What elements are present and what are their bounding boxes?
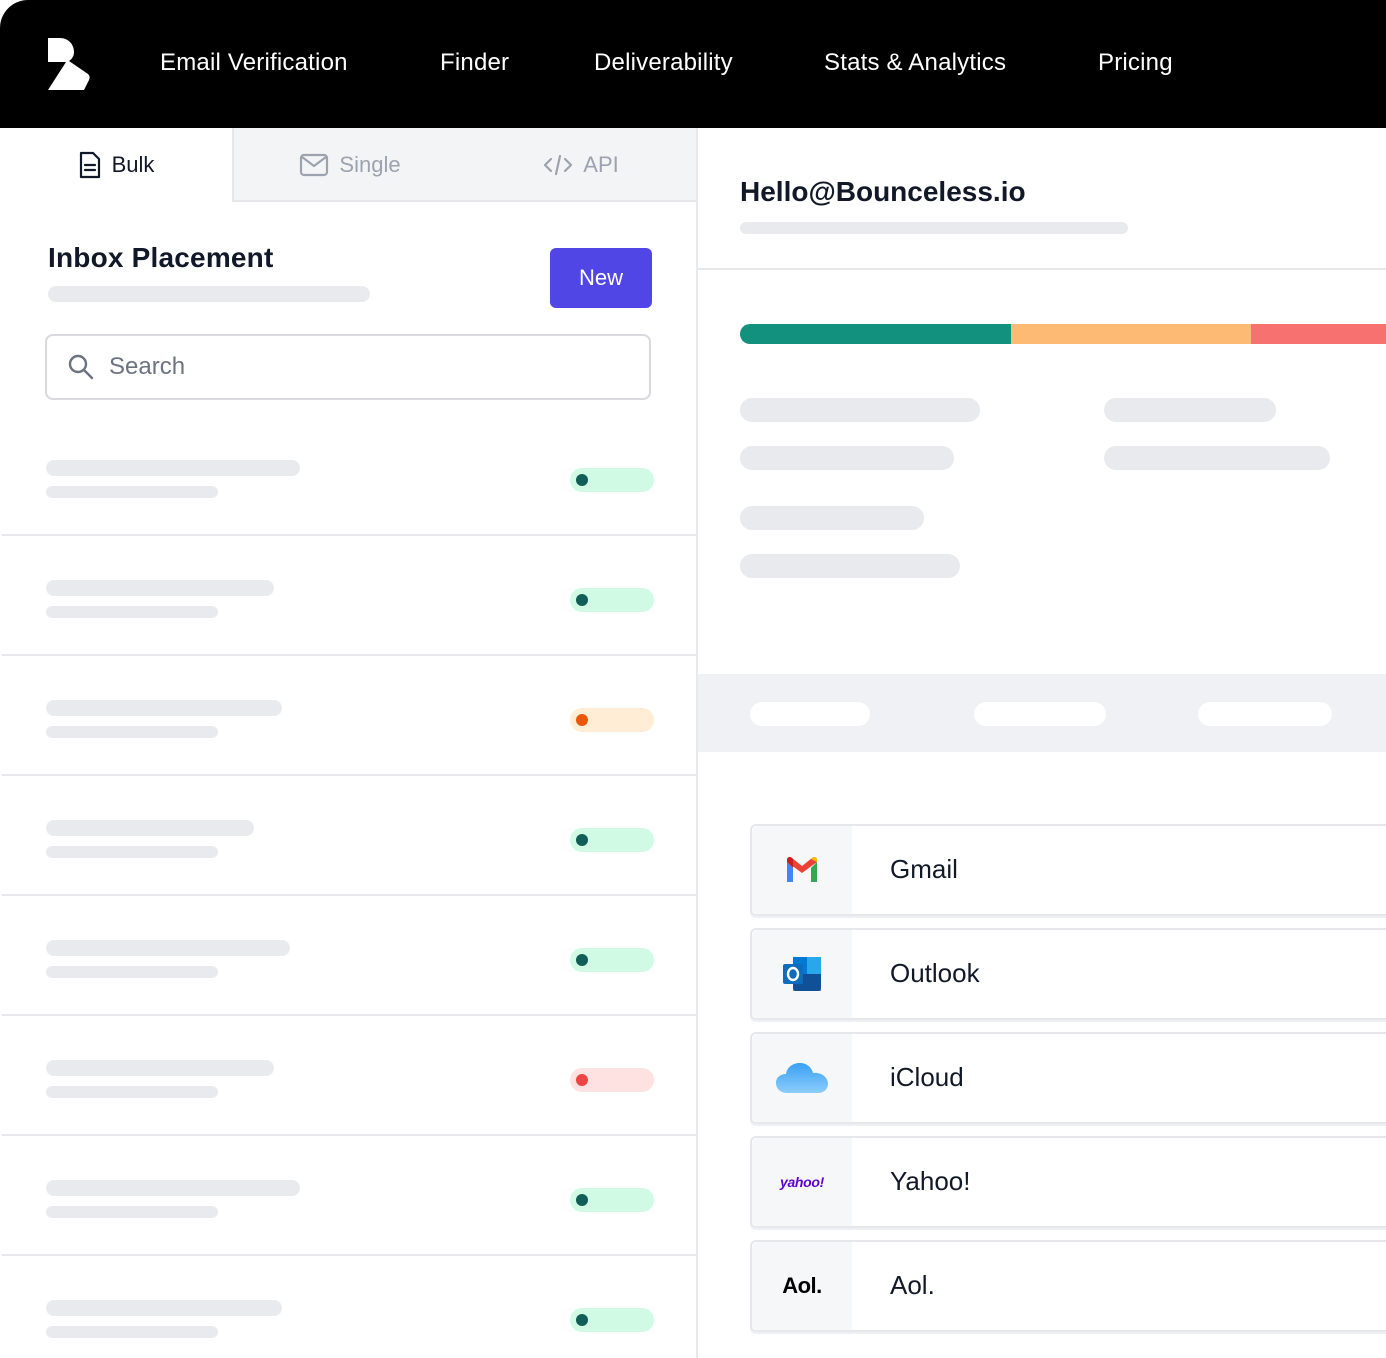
provider-name: Aol. (890, 1270, 935, 1300)
provider-row-yahoo[interactable]: yahoo! Yahoo! (750, 1136, 1386, 1228)
email-subtitle-placeholder (740, 222, 1128, 234)
provider-icon-cell: yahoo! (752, 1138, 852, 1226)
tab-single-label: Single (339, 152, 401, 177)
subtitle-placeholder (48, 286, 370, 302)
provider-icon-cell: Aol. (752, 1242, 852, 1330)
list-item[interactable] (2, 896, 696, 1016)
list-item-subtitle-placeholder (46, 486, 218, 498)
nav-pricing[interactable]: Pricing (1098, 48, 1173, 78)
status-badge (570, 828, 654, 852)
list-item-subtitle-placeholder (46, 606, 218, 618)
mode-tabs: Bulk Single API (0, 128, 696, 202)
status-badge (570, 708, 654, 732)
list-item-title-placeholder (46, 460, 300, 476)
stat-placeholder (740, 554, 960, 578)
status-badge (570, 1068, 654, 1092)
document-icon (79, 151, 100, 179)
list-item-subtitle-placeholder (46, 1086, 218, 1098)
divider (698, 268, 1386, 270)
list-item-title-placeholder (46, 700, 282, 716)
bounceless-logo-icon[interactable] (46, 36, 90, 92)
stat-placeholder (740, 446, 954, 470)
nav-deliverability[interactable]: Deliverability (594, 48, 733, 78)
stat-placeholder (740, 506, 924, 530)
top-navigation-bar: Email Verification Finder Deliverability… (0, 0, 1386, 128)
list-item-title-placeholder (46, 1300, 282, 1316)
list-item[interactable] (2, 536, 696, 656)
list-item-subtitle-placeholder (46, 1206, 218, 1218)
provider-row-gmail[interactable]: Gmail (750, 824, 1386, 916)
status-dot (576, 1194, 588, 1206)
nav-finder[interactable]: Finder (440, 48, 509, 78)
status-badge (570, 1308, 654, 1332)
status-dot (576, 954, 588, 966)
list-item-title-placeholder (46, 1180, 300, 1196)
tab-single[interactable]: Single (234, 128, 466, 202)
provider-row-outlook[interactable]: Outlook (750, 928, 1386, 1020)
provider-icon-cell (752, 826, 852, 914)
provider-name: Gmail (890, 854, 958, 884)
list-item[interactable] (2, 416, 696, 536)
status-dot (576, 1074, 588, 1086)
stat-placeholder (740, 398, 980, 422)
status-badge (570, 468, 654, 492)
list-item-title-placeholder (46, 580, 274, 596)
provider-icon-cell (752, 930, 852, 1018)
list-item[interactable] (2, 1136, 696, 1256)
provider-name: Yahoo! (890, 1166, 971, 1196)
list-item[interactable] (2, 1016, 696, 1136)
yahoo-icon: yahoo! (779, 1174, 825, 1190)
provider-name: Outlook (890, 958, 980, 988)
search-icon (68, 354, 94, 380)
status-badge (570, 588, 654, 612)
provider-icon-cell (752, 1034, 852, 1122)
tab-bulk-label: Bulk (111, 152, 155, 177)
tab-api[interactable]: API (466, 128, 696, 202)
list-item-title-placeholder (46, 820, 254, 836)
nav-email-verification[interactable]: Email Verification (160, 48, 348, 78)
status-dot (576, 594, 588, 606)
provider-name: iCloud (890, 1062, 964, 1092)
left-panel: Bulk Single API Inbox Placement New (0, 128, 698, 1358)
result-bar-segment-bad (1251, 324, 1386, 344)
status-dot (576, 834, 588, 846)
filter-pill[interactable] (1198, 702, 1332, 726)
status-dot (576, 1314, 588, 1326)
tab-bulk[interactable]: Bulk (0, 128, 232, 202)
list-item-title-placeholder (46, 1060, 274, 1076)
outlook-icon (783, 957, 821, 991)
result-bar-segment-good (740, 324, 1011, 344)
icloud-icon (776, 1063, 828, 1093)
page-title: Inbox Placement (48, 242, 274, 273)
nav-stats-analytics[interactable]: Stats & Analytics (824, 48, 1006, 78)
status-dot (576, 714, 588, 726)
list-item-subtitle-placeholder (46, 1326, 218, 1338)
list-item[interactable] (2, 776, 696, 896)
list-item-subtitle-placeholder (46, 846, 218, 858)
new-button[interactable]: New (550, 248, 652, 308)
provider-row-aol[interactable]: Aol. Aol. (750, 1240, 1386, 1332)
gmail-icon (787, 856, 817, 882)
result-bar-segment-warning (1011, 324, 1251, 344)
stat-placeholder (1104, 446, 1330, 470)
list-item-title-placeholder (46, 940, 290, 956)
envelope-icon (300, 153, 329, 177)
list-item-subtitle-placeholder (46, 726, 218, 738)
filter-pill[interactable] (974, 702, 1106, 726)
provider-row-icloud[interactable]: iCloud (750, 1032, 1386, 1124)
status-badge (570, 1188, 654, 1212)
search-box[interactable] (45, 334, 651, 400)
email-address-title: Hello@Bounceless.io (740, 176, 1026, 207)
status-dot (576, 474, 588, 486)
search-input[interactable] (109, 353, 589, 381)
filter-pill[interactable] (750, 702, 870, 726)
stat-placeholder (1104, 398, 1276, 422)
tab-api-label: API (583, 152, 619, 177)
code-icon (544, 154, 573, 176)
aol-icon: Aol. (782, 1273, 822, 1298)
list-item[interactable] (2, 656, 696, 776)
list-item[interactable] (2, 1256, 696, 1358)
status-badge (570, 948, 654, 972)
list-item-subtitle-placeholder (46, 966, 218, 978)
